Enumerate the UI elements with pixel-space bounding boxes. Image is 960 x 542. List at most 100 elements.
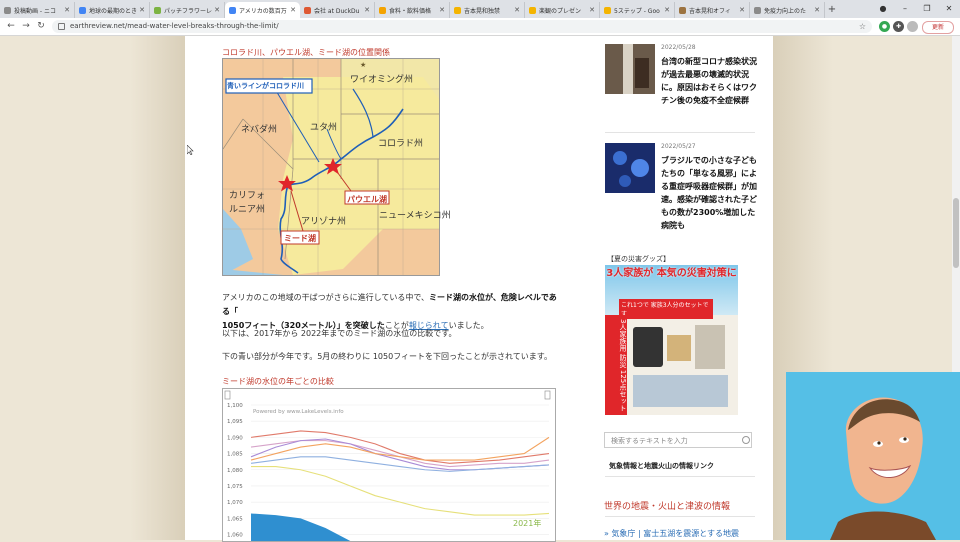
tab-label: 食料・飲料価格 — [389, 7, 432, 15]
close-icon[interactable]: ✕ — [589, 6, 595, 14]
ad-side-label: 3人家族用 防災 125点セット — [605, 315, 627, 415]
tab-label: 楽観のプレゼン — [539, 7, 582, 15]
chart-ytick-label: 1,095 — [227, 419, 243, 425]
url-text: earthreview.net/mead-water-level-breaks-… — [70, 22, 279, 30]
reload-icon[interactable]: ↻ — [34, 19, 48, 33]
sidebar-link[interactable]: » 気象庁 | 富士五湖を震源とする地震 — [604, 528, 739, 539]
browser-tab[interactable]: 楽観のプレゼン ✕ — [525, 2, 600, 18]
lake-level-chart: 1,100 1,095 1,090 1,085 1,080 1,075 1,070 1,065… — [222, 388, 556, 542]
browser-tab[interactable]: 会社 at DuckDu ✕ — [300, 2, 375, 18]
article-paragraph: 以下は、2017年から 2022年までのミード湖の水位の比較です。 — [222, 329, 457, 338]
map-label-blue-line: 青いラインがコロラド川 — [227, 82, 304, 90]
browser-tab[interactable]: 食料・飲料価格 ✕ — [375, 2, 450, 18]
map-label-california-2: ルニア州 — [229, 205, 266, 215]
tab-favicon — [754, 6, 761, 14]
search-icon[interactable] — [742, 436, 750, 444]
update-button[interactable]: 更新 — [922, 21, 954, 34]
chart-year-label: 2021年 — [513, 518, 541, 528]
map-label-new-mexico: ニューメキシコ州 — [379, 211, 451, 221]
tab-label: 5ステップ - Goo — [614, 7, 660, 15]
avatar[interactable] — [907, 21, 918, 32]
ad-banner[interactable]: 3人家族が 本気の災害対策に これ1つで 家族3人分のセットです 3人家族用 防… — [605, 265, 738, 415]
chart-ytick-label: 1,090 — [227, 435, 243, 441]
map-label-powell: パウエル湖 — [347, 195, 387, 204]
chart-ytick-label: 1,075 — [227, 484, 243, 490]
map-label-nevada: ネバダ州 — [241, 125, 278, 135]
close-icon[interactable]: ✕ — [664, 6, 670, 14]
address-bar[interactable]: earthreview.net/mead-water-level-breaks-… — [52, 20, 872, 33]
browser-tab-active[interactable]: アメリカの数百万 ✕ — [225, 2, 300, 18]
map-label-california-1: カリフォ — [229, 191, 266, 201]
tab-label: 吉本晃和独禁 — [464, 7, 501, 15]
minimize-button[interactable]: – — [894, 0, 916, 18]
chart-ytick-label: 1,080 — [227, 468, 243, 474]
browser-tab[interactable]: パッチフラワーレメ✕ — [150, 2, 225, 18]
tab-favicon — [679, 6, 686, 14]
browser-tab[interactable]: 地球の最期のとき ✕ — [75, 2, 150, 18]
toolbar: ← → ↻ earthreview.net/mead-water-level-b… — [0, 18, 960, 36]
close-icon[interactable]: ✕ — [364, 6, 370, 14]
close-icon[interactable]: ✕ — [64, 6, 70, 14]
tab-favicon — [454, 6, 461, 14]
maximize-button[interactable]: ❐ — [916, 0, 938, 18]
profile-icon[interactable]: ● — [872, 0, 894, 18]
browser-tab[interactable]: 5ステップ - Goo ✕ — [600, 2, 675, 18]
close-window-button[interactable]: ✕ — [938, 0, 960, 18]
tab-favicon — [529, 6, 536, 14]
post-title[interactable]: 台湾の新型コロナ感染状況が過去最悪の壊滅的状況に。原因はおそらくはワクチン後の免… — [661, 55, 761, 107]
map-label-utah: ユタ州 — [310, 123, 338, 133]
map-label-mead: ミード湖 — [284, 234, 316, 243]
chart-ytick-label: 1,070 — [227, 500, 243, 506]
sidebar-section-title: 世界の地震・火山と津波の情報 — [604, 502, 731, 512]
close-icon[interactable]: ✕ — [214, 6, 220, 14]
sidebar-post[interactable]: 2022/05/28 台湾の新型コロナ感染状況が過去最悪の壊滅的状況に。原因はお… — [605, 44, 765, 124]
chart-ytick-label: 1,065 — [227, 516, 243, 522]
new-tab-button[interactable]: + — [825, 2, 839, 18]
chart-ytick-label: 1,060 — [227, 533, 243, 539]
ad-headline: 3人家族が 本気の災害対策に — [606, 268, 737, 279]
map-label-wyoming: ワイオミング州 — [350, 75, 414, 85]
close-icon[interactable]: ✕ — [290, 6, 296, 14]
browser-tab[interactable]: 免疫力向上のた ✕ — [750, 2, 825, 18]
tab-strip: 投稿動画 - ニコ✕ 地球の最期のとき✕ パッチフラワーレメ✕ アメリカの数百万… — [0, 0, 960, 18]
post-thumbnail — [605, 44, 655, 94]
map-caption: コロラド川、パウエル湖、ミード湖の位置関係 — [222, 48, 390, 57]
tab-label: アメリカの数百万 — [239, 7, 287, 15]
tab-favicon — [4, 6, 11, 14]
map-label-arizona: アリゾナ州 — [301, 217, 347, 227]
bookmark-star-icon[interactable]: ☆ — [859, 20, 866, 33]
close-icon[interactable]: ✕ — [739, 6, 745, 14]
post-date: 2022/05/27 — [661, 143, 696, 150]
search-input[interactable]: 検索するテキストを入力 — [604, 432, 752, 448]
close-icon[interactable]: ✕ — [514, 6, 520, 14]
tab-favicon — [79, 6, 86, 14]
browser-tab[interactable]: 投稿動画 - ニコ ✕ — [0, 2, 75, 18]
lock-icon — [58, 22, 65, 30]
tab-favicon — [154, 6, 161, 14]
scrollbar-thumb[interactable] — [953, 198, 959, 268]
extension-icon[interactable]: ● — [879, 21, 890, 32]
puzzle-icon[interactable]: ✚ — [893, 21, 904, 32]
tab-label: 吉本晃和オフィ — [689, 7, 731, 15]
forward-icon[interactable]: → — [19, 19, 33, 33]
window-controls: ● – ❐ ✕ — [872, 0, 960, 18]
back-icon[interactable]: ← — [4, 19, 18, 33]
tab-label: 免疫力向上のた — [764, 7, 807, 15]
presenter-photo — [786, 372, 960, 540]
svg-text:★: ★ — [360, 61, 366, 69]
post-thumbnail — [605, 143, 655, 193]
chart-ytick-label: 1,100 — [227, 403, 243, 409]
post-title[interactable]: ブラジルでの小さな子どもたちの「単なる風邪」による重症呼吸器症候群」が加速。感染… — [661, 154, 761, 232]
close-icon[interactable]: ✕ — [814, 6, 820, 14]
sidebar-post[interactable]: 2022/05/27 ブラジルでの小さな子どもたちの「単なる風邪」による重症呼吸… — [605, 143, 765, 243]
tab-favicon — [229, 6, 236, 14]
chart-caption: ミード湖の水位の年ごとの比較 — [222, 377, 334, 386]
close-icon[interactable]: ✕ — [439, 6, 445, 14]
close-icon[interactable]: ✕ — [139, 6, 145, 14]
tab-label: 会社 at DuckDu — [314, 7, 360, 15]
browser-tab[interactable]: 吉本晃和オフィ ✕ — [675, 2, 750, 18]
webcam-overlay — [786, 372, 960, 540]
tab-favicon — [604, 6, 611, 14]
browser-tab[interactable]: 吉本晃和独禁 ✕ — [450, 2, 525, 18]
sidebar-link[interactable]: 気象情報と地震火山の情報リンク — [609, 461, 714, 471]
